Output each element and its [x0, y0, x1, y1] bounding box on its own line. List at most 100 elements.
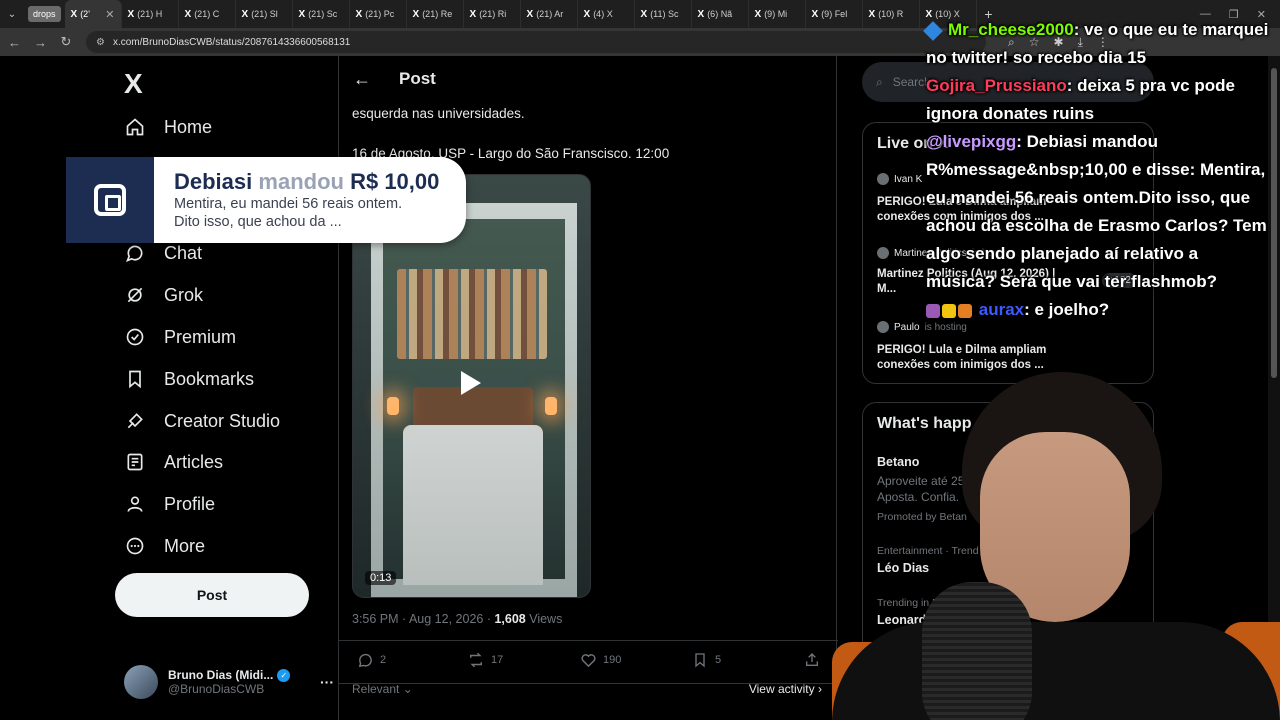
- sidebar-item-label: Grok: [164, 284, 204, 305]
- premium-icon: [124, 326, 146, 348]
- browser-tab[interactable]: X (21) H: [122, 0, 179, 28]
- post-text-line: esquerda nas universidades.: [352, 106, 525, 121]
- x-favicon-icon: X: [412, 8, 420, 20]
- url-text: x.com/BrunoDiasCWB/status/20876143366005…: [112, 36, 351, 48]
- browser-tab-label: (10) R: [878, 9, 904, 19]
- space-topic[interactable]: PERIGO! Lula e Dilma ampliam conexões co…: [877, 343, 1067, 373]
- reload-icon[interactable]: ↻: [60, 34, 72, 50]
- browser-tab-label: (21) Sc: [308, 9, 338, 19]
- browser-tab[interactable]: X (9) Fel: [806, 0, 863, 28]
- browser-tab-label: (21) Pc: [365, 9, 395, 19]
- browser-tab-label: (21) Ri: [479, 9, 507, 19]
- site-info-icon[interactable]: ⚙: [96, 37, 105, 48]
- browser-tab[interactable]: X (21) Re: [407, 0, 464, 28]
- space-host-name: Ivan K: [894, 173, 923, 185]
- video-frame-collage: [397, 269, 547, 359]
- browser-tab[interactable]: X (21) Ri: [464, 0, 521, 28]
- sidebar-item-premium[interactable]: Premium: [124, 317, 236, 357]
- browser-tab[interactable]: X (2' ✕: [64, 0, 122, 28]
- donation-texts: Debiasi mandou R$ 10,00 Mentira, eu mand…: [154, 169, 439, 231]
- sidebar-item-label: Bookmarks: [164, 368, 255, 389]
- share-button[interactable]: [803, 651, 821, 669]
- browser-tab[interactable]: X (21) C: [179, 0, 236, 28]
- account-display-name-row: Bruno Dias (Midi... ✓: [168, 668, 291, 682]
- browser-tab[interactable]: X (21) Sc: [293, 0, 350, 28]
- browser-tab[interactable]: X (10) R: [863, 0, 920, 28]
- sidebar-item-label: Profile: [164, 493, 216, 514]
- webcam-shirt: [832, 622, 1280, 720]
- like-button[interactable]: 190: [579, 651, 621, 669]
- back-arrow-icon[interactable]: ←: [353, 69, 371, 90]
- chat-message: Gojira_Prussiano: deixa 5 pra vc pode ig…: [926, 72, 1271, 128]
- sidebar-item-more[interactable]: More: [124, 526, 205, 566]
- donation-verb: mandou: [258, 169, 344, 194]
- sidebar-item-bookmarks[interactable]: Bookmarks: [124, 359, 254, 399]
- back-icon[interactable]: ←: [8, 35, 21, 50]
- account-switcher[interactable]: Bruno Dias (Midi... ✓ @BrunoDiasCWB ···: [124, 662, 334, 702]
- donation-amount: R$ 10,00: [350, 169, 440, 194]
- sidebar-item-articles[interactable]: Articles: [124, 442, 223, 482]
- donation-donor: Debiasi: [174, 169, 253, 194]
- donation-headline: Debiasi mandou R$ 10,00: [174, 169, 439, 195]
- space-host[interactable]: Ivan K: [877, 173, 922, 185]
- browser-tab-label: (2': [80, 9, 90, 19]
- microphone-icon: [922, 582, 1032, 720]
- emote-badges-icon: [958, 303, 972, 318]
- left-sidebar: X Home Chat Grok Premium Bookmarks Creat…: [100, 56, 338, 720]
- x-favicon-icon: X: [811, 8, 819, 20]
- bookmark-button[interactable]: 5: [691, 651, 721, 669]
- tab-group-chip[interactable]: drops: [28, 6, 61, 22]
- account-username: @BrunoDiasCWB: [168, 682, 265, 696]
- post-timestamp: 3:56 PM · Aug 12, 2026 ·: [352, 612, 495, 626]
- emote-badges-icon: [926, 303, 940, 318]
- browser-tab[interactable]: X (21) Pc: [350, 0, 407, 28]
- browser-tab[interactable]: X (9) Mi: [749, 0, 806, 28]
- close-tab-icon[interactable]: ✕: [105, 8, 114, 21]
- sidebar-item-grok[interactable]: Grok: [124, 275, 203, 315]
- avatar: [124, 665, 158, 699]
- x-favicon-icon: X: [184, 8, 192, 20]
- x-favicon-icon: X: [754, 8, 762, 20]
- browser-tab[interactable]: X (6) Nã: [692, 0, 749, 28]
- sidebar-item-profile[interactable]: Profile: [124, 484, 215, 524]
- x-favicon-icon: X: [241, 8, 249, 20]
- heart-icon: [579, 651, 597, 669]
- browser-tab[interactable]: X (11) Sc: [635, 0, 692, 28]
- repost-icon: [467, 651, 485, 669]
- account-more-icon[interactable]: ···: [320, 674, 334, 690]
- browser-tab[interactable]: X (4) X: [578, 0, 635, 28]
- x-logo[interactable]: X: [124, 68, 143, 100]
- reply-count: 2: [380, 654, 387, 666]
- forward-icon[interactable]: →: [34, 35, 47, 50]
- view-activity-link[interactable]: View activity ›: [749, 682, 822, 696]
- browser-tab[interactable]: X (21) Sl: [236, 0, 293, 28]
- views-label: Views: [525, 612, 563, 626]
- chat-text: : e joelho?: [1024, 300, 1110, 319]
- chat-username: aurax: [978, 300, 1025, 319]
- address-bar[interactable]: ⚙ x.com/BrunoDiasCWB/status/208761433660…: [86, 31, 986, 53]
- chat-message: Mr_cheese2000: ve o que eu te marquei no…: [923, 16, 1271, 72]
- post-meta: 3:56 PM · Aug 12, 2026 · 1,608 Views: [352, 612, 562, 626]
- post-button[interactable]: Post: [115, 573, 309, 617]
- reply-button[interactable]: 2: [356, 651, 386, 669]
- chat-text: : Debiasi mandou R%message&nbsp;10,00 e …: [926, 132, 1267, 291]
- play-icon[interactable]: [461, 371, 481, 395]
- repost-button[interactable]: 17: [467, 651, 503, 669]
- account-display-name: Bruno Dias (Midi...: [168, 668, 274, 682]
- scrollbar-thumb[interactable]: [1271, 68, 1277, 378]
- tab-search-chevron-icon[interactable]: ⌄: [0, 0, 24, 28]
- sidebar-item-home[interactable]: Home: [124, 107, 212, 147]
- reply-sort-dropdown[interactable]: Relevant ⌄: [352, 682, 413, 696]
- repost-count: 17: [491, 654, 504, 666]
- more-icon: [124, 535, 146, 557]
- browser-tab-label: (21) H: [137, 9, 163, 19]
- x-favicon-icon: X: [526, 8, 534, 20]
- browser-tab-label: (4) X: [593, 9, 613, 19]
- video-frame-lamp: [387, 397, 399, 415]
- browser-tab[interactable]: X (21) Ar: [521, 0, 578, 28]
- video-frame-lamp: [545, 397, 557, 415]
- sidebar-item-creator-studio[interactable]: Creator Studio: [124, 401, 280, 441]
- x-favicon-icon: X: [355, 8, 363, 20]
- reply-sort-label: Relevant: [352, 682, 400, 696]
- x-favicon-icon: X: [469, 8, 477, 20]
